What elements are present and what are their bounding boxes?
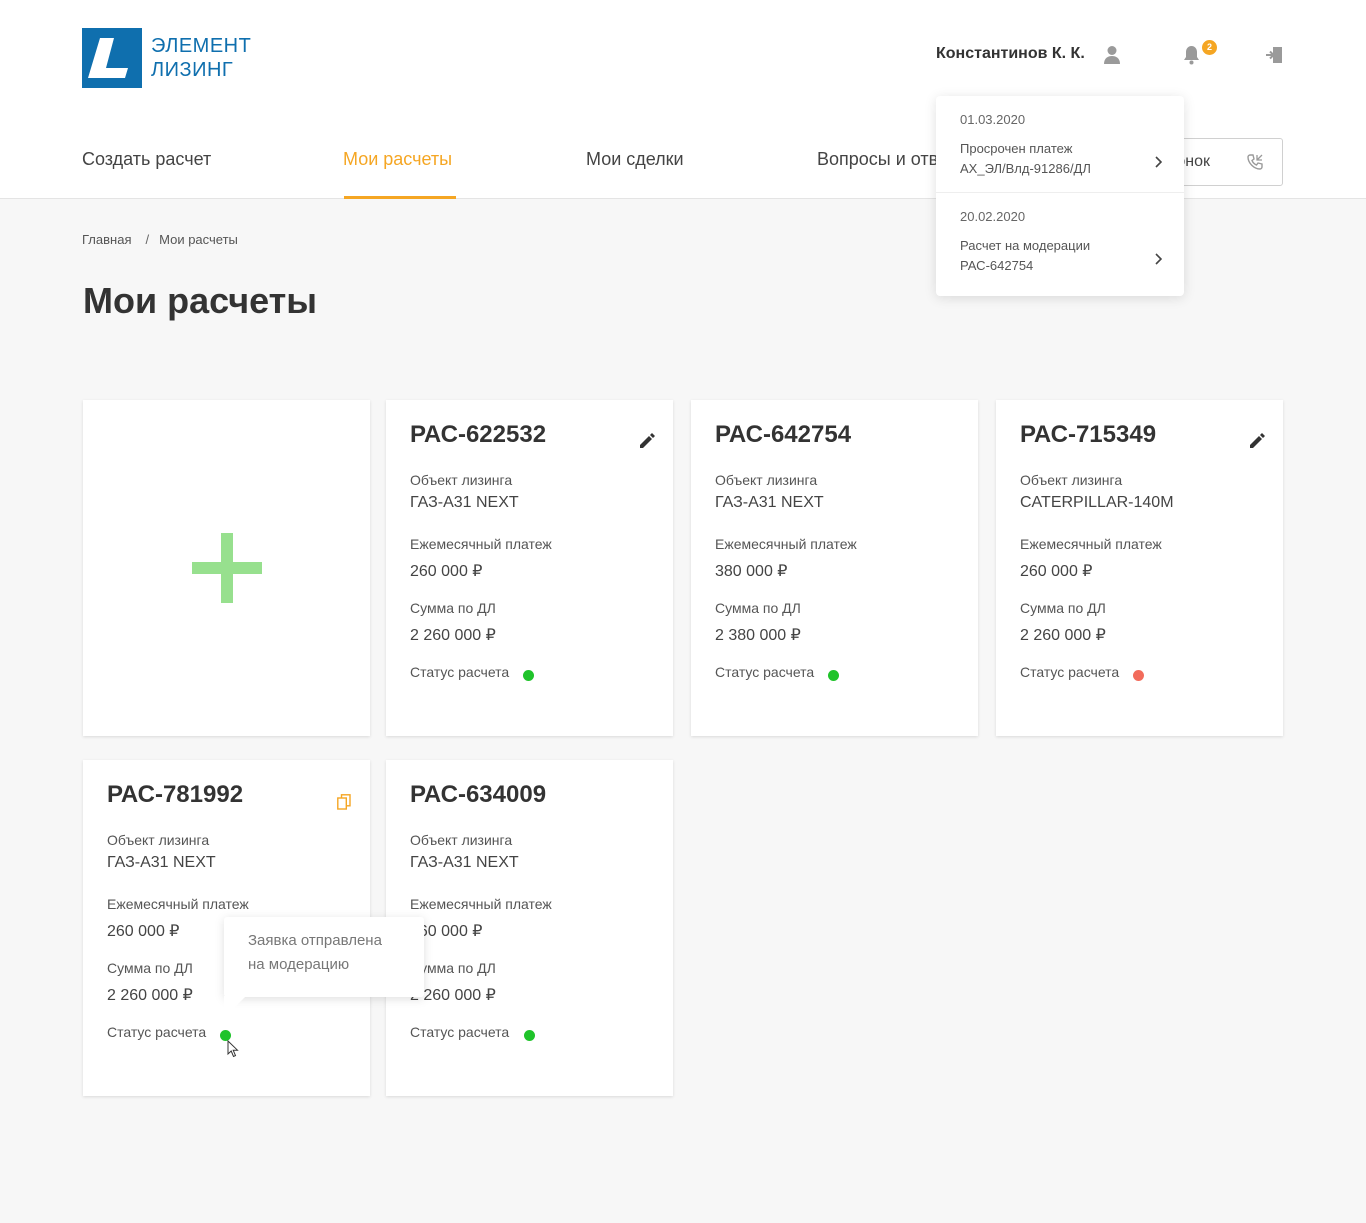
mouse-cursor-icon xyxy=(227,1040,239,1058)
tooltip-line-2: на модерацию xyxy=(248,956,350,973)
object-value: CATERPILLAR-140M xyxy=(1020,494,1174,511)
status-label: Статус расчета xyxy=(410,1024,510,1040)
copy-icon[interactable] xyxy=(334,792,354,812)
call-request-button[interactable]: онок xyxy=(1170,138,1283,186)
monthly-value: 260 000 ₽ xyxy=(410,563,483,580)
logout-icon[interactable] xyxy=(1262,43,1286,67)
notifications-dropdown: 01.03.2020 Просрочен платеж AX_ЭЛ/Влд-91… xyxy=(936,96,1184,296)
tooltip-line-1: Заявка отправлена xyxy=(248,932,382,949)
breadcrumb-separator: / xyxy=(145,232,150,247)
card-id: РАС-642754 xyxy=(715,421,852,448)
card-id: РАС-622532 xyxy=(410,421,547,448)
total-label: Сумма по ДЛ xyxy=(1020,600,1106,616)
object-label: Объект лизинга xyxy=(410,832,513,848)
notification-item[interactable]: 20.02.2020 Расчет на модерации РАС-64275… xyxy=(936,192,1184,288)
notifications-arrow xyxy=(1158,82,1182,96)
total-value: 2 260 000 ₽ xyxy=(410,627,496,644)
status-label: Статус расчета xyxy=(107,1024,207,1040)
monthly-value: 380 000 ₽ xyxy=(715,563,788,580)
total-label: Сумма по ДЛ xyxy=(715,600,801,616)
total-value: 2 260 000 ₽ xyxy=(1020,627,1106,644)
page-title: Мои расчеты xyxy=(83,280,318,321)
status-label: Статус расчета xyxy=(715,664,815,680)
pencil-icon[interactable] xyxy=(637,430,657,450)
bell-icon[interactable] xyxy=(1179,43,1203,67)
add-calculation-card[interactable] xyxy=(83,400,370,736)
chevron-right-icon xyxy=(1155,156,1162,168)
card-id: РАС-715349 xyxy=(1020,421,1157,448)
notification-title: Просрочен платеж AX_ЭЛ/Влд-91286/ДЛ xyxy=(960,139,1160,179)
status-indicator-ok[interactable] xyxy=(523,670,534,681)
breadcrumb: Главная / Мои расчеты xyxy=(82,232,238,247)
logo[interactable]: ЭЛЕМЕНТ ЛИЗИНГ xyxy=(82,28,252,88)
nav-item-my-calculations[interactable]: Мои расчеты xyxy=(343,140,452,199)
plus-icon xyxy=(191,533,262,603)
breadcrumb-home[interactable]: Главная xyxy=(82,232,131,247)
notification-title-line: Просрочен платеж xyxy=(960,141,1073,156)
monthly-label: Ежемесячный платеж xyxy=(1020,536,1162,552)
tooltip-tail xyxy=(224,996,246,1018)
card-id: РАС-781992 xyxy=(107,781,244,808)
nav-item-create[interactable]: Создать расчет xyxy=(82,140,211,199)
object-value: ГАЗ-А31 NEXT xyxy=(107,854,216,871)
notification-item[interactable]: 01.03.2020 Просрочен платеж AX_ЭЛ/Влд-91… xyxy=(936,96,1184,192)
total-value: 2 260 000 ₽ xyxy=(107,987,193,1004)
total-label: Сумма по ДЛ xyxy=(410,600,496,616)
card-id: РАС-634009 xyxy=(410,781,547,808)
notification-subtitle: РАС-642754 xyxy=(960,258,1034,273)
status-label: Статус расчета xyxy=(1020,664,1120,680)
calculation-card[interactable]: РАС-634009 Объект лизинга ГАЗ-А31 NEXT Е… xyxy=(386,760,673,1096)
breadcrumb-current: Мои расчеты xyxy=(159,232,238,247)
notification-date: 01.03.2020 xyxy=(960,112,1026,127)
notification-subtitle: AX_ЭЛ/Влд-91286/ДЛ xyxy=(960,161,1091,176)
object-label: Объект лизинга xyxy=(1020,472,1123,488)
total-value: 2 380 000 ₽ xyxy=(715,627,801,644)
notification-title: Расчет на модерации РАС-642754 xyxy=(960,236,1160,276)
nav-active-underline xyxy=(344,196,456,199)
user-name[interactable]: Константинов К. К. xyxy=(936,45,1085,63)
monthly-value: 260 000 ₽ xyxy=(107,923,180,940)
notification-date: 20.02.2020 xyxy=(960,209,1026,224)
logo-text: ЭЛЕМЕНТ ЛИЗИНГ xyxy=(151,34,251,82)
object-value: ГАЗ-А31 NEXT xyxy=(715,494,824,511)
nav-item-my-deals[interactable]: Мои сделки xyxy=(586,140,684,199)
monthly-label: Ежемесячный платеж xyxy=(410,536,552,552)
object-label: Объект лизинга xyxy=(410,472,513,488)
calculation-card[interactable]: РАС-622532 Объект лизинга ГАЗ-А31 NEXT Е… xyxy=(386,400,673,736)
logo-mark-icon xyxy=(82,28,142,88)
total-label: Сумма по ДЛ xyxy=(107,960,193,976)
chevron-right-icon xyxy=(1155,253,1162,265)
monthly-label: Ежемесячный платеж xyxy=(410,896,552,912)
status-indicator-error[interactable] xyxy=(1133,670,1144,681)
object-value: ГАЗ-А31 NEXT xyxy=(410,494,519,511)
notification-badge: 2 xyxy=(1202,40,1217,55)
phone-icon xyxy=(1247,154,1263,170)
status-indicator-ok[interactable] xyxy=(828,670,839,681)
pencil-icon[interactable] xyxy=(1247,430,1267,450)
status-label: Статус расчета xyxy=(410,664,510,680)
nav-item-faq[interactable]: Вопросы и отве xyxy=(817,140,948,199)
logo-line-1: ЭЛЕМЕНТ xyxy=(151,35,252,57)
user-icon[interactable] xyxy=(1100,43,1124,67)
object-label: Объект лизинга xyxy=(107,832,210,848)
status-tooltip: Заявка отправлена на модерацию xyxy=(224,917,424,997)
calculation-card[interactable]: РАС-642754 Объект лизинга ГАЗ-А31 NEXT Е… xyxy=(691,400,978,736)
monthly-label: Ежемесячный платеж xyxy=(715,536,857,552)
object-label: Объект лизинга xyxy=(715,472,818,488)
calculation-card[interactable]: РАС-715349 Объект лизинга CATERPILLAR-14… xyxy=(996,400,1283,736)
logo-line-2: ЛИЗИНГ xyxy=(151,59,234,81)
notification-title-line: Расчет на модерации xyxy=(960,238,1091,253)
object-value: ГАЗ-А31 NEXT xyxy=(410,854,519,871)
monthly-label: Ежемесячный платеж xyxy=(107,896,249,912)
monthly-value: 260 000 ₽ xyxy=(1020,563,1093,580)
status-indicator-ok[interactable] xyxy=(524,1030,535,1041)
